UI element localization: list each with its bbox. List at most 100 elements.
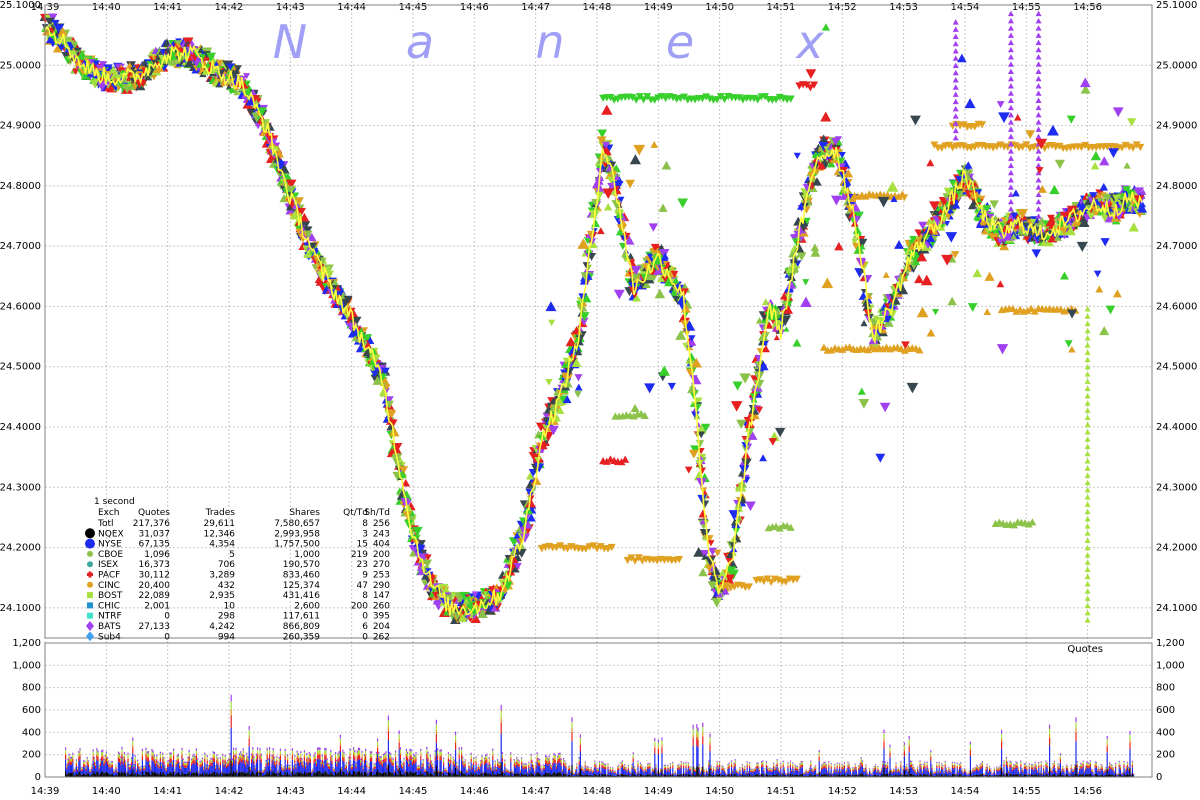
quote-count-bar-segment (302, 765, 304, 768)
quote-count-bar-segment (188, 751, 190, 755)
quote-count-bar-segment (237, 773, 239, 777)
quote-count-bar-segment (185, 765, 187, 768)
quote-count-bar-segment (126, 772, 128, 774)
quote-count-bar-segment (74, 768, 76, 770)
quote-count-bar-segment (81, 768, 83, 770)
quote-count-bar-segment (99, 758, 101, 761)
quote-count-bar-segment (66, 769, 68, 775)
quote-count-bar-segment (170, 757, 172, 759)
quote-count-bar-segment (227, 764, 229, 767)
quote-count-bar-segment (123, 772, 125, 777)
quote-count-bar-segment (66, 765, 68, 767)
quote-count-bar-segment (253, 756, 255, 758)
quote-count-bar-segment (243, 756, 245, 759)
quote-count-bar-segment (272, 759, 274, 772)
quote-count-bar-segment (228, 763, 230, 766)
quote-count-bar-segment (314, 772, 316, 777)
quote-count-bar-segment (305, 765, 307, 767)
quote-count-bar-segment (303, 750, 305, 753)
quote-count-bar-segment (212, 757, 214, 762)
quote-count-bar-segment (242, 759, 244, 772)
quote-count-bar-segment (300, 753, 302, 756)
quote-count-bar-segment (341, 767, 343, 769)
quote-count-bar-segment (241, 755, 243, 758)
quote-count-bar-segment (289, 769, 291, 775)
quote-count-bar-segment (245, 761, 247, 764)
quote-count-bar-segment (103, 762, 105, 764)
quote-count-bar-segment (234, 772, 236, 777)
quote-count-bar-segment (234, 759, 236, 761)
quote-count-bar-segment (129, 765, 131, 767)
quote-count-bar-segment (167, 767, 169, 774)
quote-count-bar-segment (318, 771, 320, 777)
quote-count-bar-segment (89, 770, 91, 772)
quote-count-bar-segment (227, 759, 229, 762)
quote-count-bar-segment (87, 767, 89, 774)
quote-count-bar-segment (155, 762, 157, 764)
quote-count-bar-segment (74, 769, 76, 770)
quote-count-bar-segment (91, 766, 93, 768)
quote-count-bar-segment (141, 755, 143, 761)
quote-count-bar-segment (78, 751, 80, 754)
quote-count-bar-segment (264, 767, 266, 768)
quote-count-bar-segment (78, 761, 80, 772)
quote-count-bar-segment (170, 772, 172, 777)
quote-count-bar-segment (197, 758, 199, 760)
quote-count-bar-segment (221, 773, 223, 776)
quote-count-bar-segment (195, 750, 197, 754)
quote-count-bar-segment (72, 762, 74, 773)
quote-count-bar-segment (234, 756, 236, 760)
quote-count-bar-segment (231, 763, 233, 766)
quote-count-bar-segment (326, 759, 328, 762)
quote-count-bar-segment (273, 773, 275, 777)
quote-count-bar-segment (161, 765, 163, 767)
quote-count-bar-segment (222, 755, 224, 758)
quote-count-bar-segment (107, 757, 109, 759)
quote-count-bar-segment (337, 752, 339, 755)
quote-count-bar-segment (119, 762, 121, 773)
quote-count-bar-segment (339, 738, 341, 743)
quote-count-bar-segment (193, 763, 195, 773)
quote-count-bar-segment (68, 753, 70, 756)
quote-count-bar-segment (68, 763, 70, 773)
quote-count-bar-segment (129, 767, 131, 770)
quote-count-bar-segment (153, 754, 155, 757)
quote-count-bar-segment (105, 761, 107, 772)
quote-count-bar-segment (252, 759, 254, 772)
quote-count-bar-segment (138, 763, 140, 765)
quote-count-bar-segment (228, 766, 230, 774)
quote-count-bar-segment (311, 773, 313, 776)
quote-count-bar-segment (283, 768, 285, 769)
quote-count-bar-segment (69, 761, 71, 765)
quote-count-bar-segment (271, 758, 273, 761)
quote-count-bar-segment (296, 752, 298, 756)
quote-count-bar-segment (174, 772, 176, 776)
quote-count-bar-segment (308, 756, 310, 759)
quote-count-bar-segment (247, 756, 249, 758)
quote-count-bar-segment (242, 750, 244, 754)
quote-count-bar-segment (84, 762, 86, 764)
quote-count-bar-segment (275, 762, 277, 764)
quote-count-bar-segment (343, 756, 345, 759)
quote-count-bar-segment (188, 771, 190, 777)
quote-count-bar-segment (135, 772, 137, 776)
quote-count-bar-segment (245, 764, 247, 768)
quote-count-bar-segment (272, 771, 274, 777)
quote-count-bar-segment (229, 772, 231, 777)
quote-count-bar-segment (107, 773, 109, 777)
quote-count-bar-segment (204, 757, 206, 759)
quote-count-bar-segment (117, 771, 119, 777)
quote-count-bar-segment (329, 766, 331, 767)
quote-count-bar-segment (275, 767, 277, 774)
quote-count-bar-segment (145, 759, 147, 772)
quote-count-bar-segment (327, 768, 329, 775)
quote-count-bar-segment (343, 753, 345, 757)
quote-count-bar-segment (264, 769, 266, 771)
quote-count-bar-segment (333, 768, 335, 770)
quote-count-bar-segment (180, 766, 182, 768)
quote-count-bar-segment (179, 763, 181, 765)
quote-count-bar-segment (259, 759, 261, 772)
quote-count-bar-segment (115, 766, 117, 768)
quote-count-bar-segment (303, 760, 305, 772)
quote-count-bar-segment (332, 769, 334, 771)
